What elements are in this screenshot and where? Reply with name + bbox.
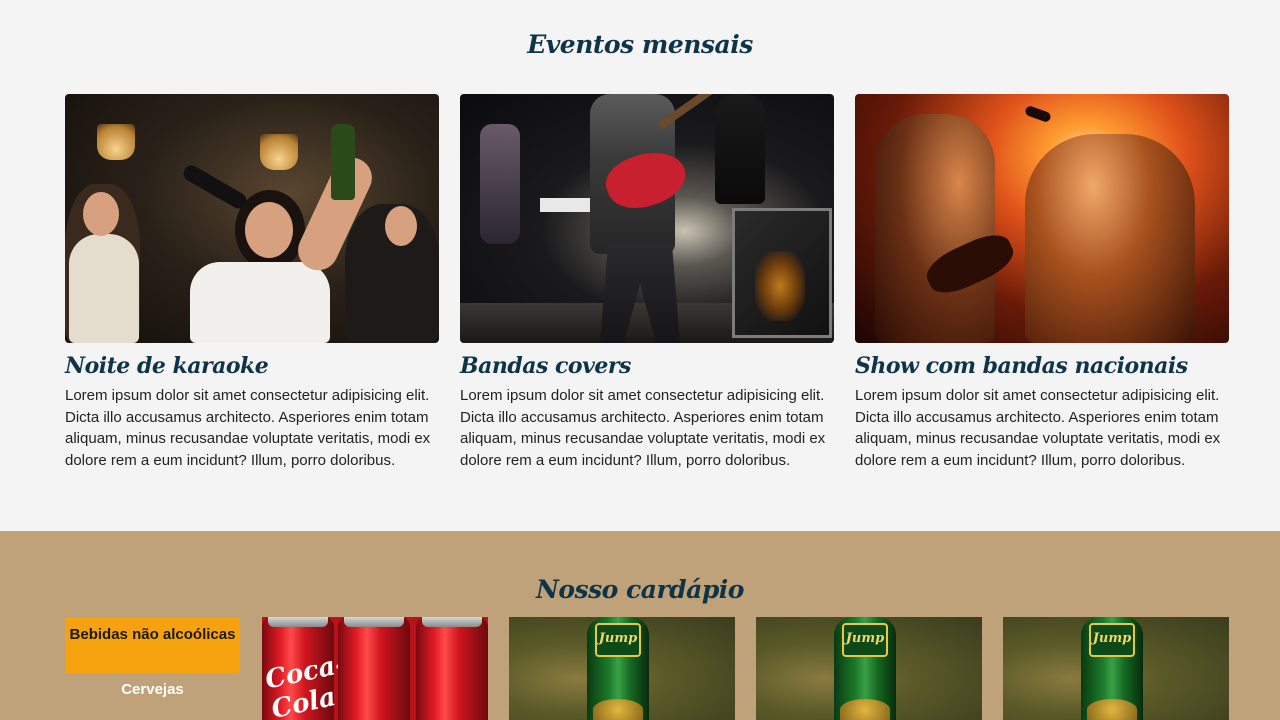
menu-title: Nosso cardápio bbox=[536, 575, 744, 604]
karaoke-image bbox=[65, 94, 439, 343]
event-card-title: Show com bandas nacionais bbox=[855, 353, 1188, 379]
event-card-karaoke: Noite de karaoke Lorem ipsum dolor sit a… bbox=[65, 94, 439, 472]
event-card-bands: Bandas covers Lorem ipsum dolor sit amet… bbox=[460, 94, 834, 472]
band-image bbox=[460, 94, 834, 343]
menu-section: Nosso cardápio Bebidas não alcoólicas Ce… bbox=[0, 531, 1280, 720]
product-jump-image[interactable]: Jump bbox=[509, 617, 735, 720]
product-jump-image[interactable]: Jump bbox=[1003, 617, 1229, 720]
product-logo: Jump bbox=[595, 623, 641, 657]
event-card-title: Bandas covers bbox=[460, 353, 631, 379]
events-title: Eventos mensais bbox=[527, 30, 753, 59]
product-logo: Jump bbox=[842, 623, 888, 657]
product-jump-image[interactable]: Jump bbox=[756, 617, 982, 720]
events-section: Eventos mensais Noite de karaoke Lorem i… bbox=[0, 0, 1280, 531]
event-card-text: Lorem ipsum dolor sit amet consectetur a… bbox=[460, 387, 826, 470]
tab-non-alcoholic-drinks[interactable]: Bebidas não alcoólicas bbox=[65, 617, 240, 673]
concert-image bbox=[855, 94, 1229, 343]
event-card-text: Lorem ipsum dolor sit amet consectetur a… bbox=[855, 387, 1221, 470]
event-card-text: Lorem ipsum dolor sit amet consectetur a… bbox=[65, 387, 431, 470]
product-logo: Jump bbox=[1089, 623, 1135, 657]
tab-beers[interactable]: Cervejas bbox=[65, 681, 240, 698]
product-coca-cola-image[interactable]: Coca-Cola bbox=[262, 617, 488, 720]
event-card-title: Noite de karaoke bbox=[65, 353, 269, 379]
event-card-national: Show com bandas nacionais Lorem ipsum do… bbox=[855, 94, 1229, 472]
